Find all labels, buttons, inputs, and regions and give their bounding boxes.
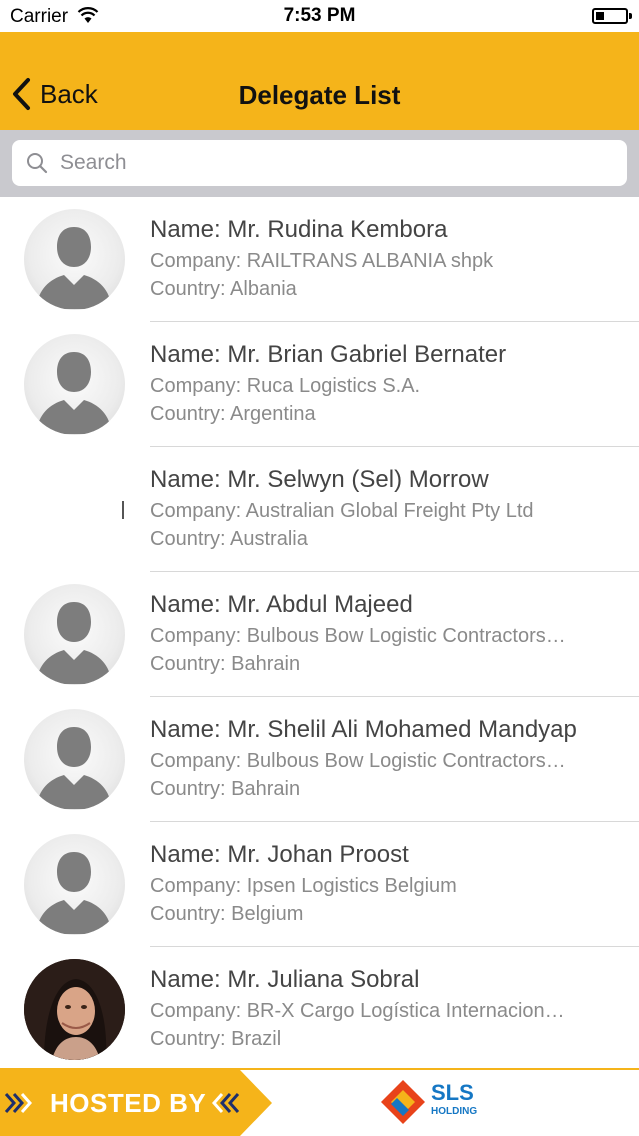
loading-indicator-icon <box>122 501 124 519</box>
search-field[interactable] <box>12 140 627 186</box>
delegate-country: Country: Brazil <box>150 1028 282 1050</box>
delegate-row[interactable]: Name: Mr. Shelil Ali Mohamed Mandyap Com… <box>0 697 639 822</box>
delegate-info: Name: Mr. Abdul Majeed Company: Bulbous … <box>150 590 630 678</box>
delegate-row[interactable]: Name: Mr. Abdul Majeed Company: Bulbous … <box>0 572 639 697</box>
avatar-photo <box>24 959 125 1060</box>
delegate-company: Company: Australian Global Freight Pty L… <box>150 500 534 522</box>
hosted-by-label: HOSTED BY <box>50 1088 207 1118</box>
sls-mark-icon <box>381 1080 425 1124</box>
avatar-placeholder-icon <box>24 834 125 935</box>
delegate-company: Company: RAILTRANS ALBANIA shpk <box>150 250 494 272</box>
delegate-name: Name: Mr. Rudina Kembora <box>150 216 448 243</box>
delegate-info: Name: Mr. Johan Proost Company: Ipsen Lo… <box>150 840 630 928</box>
delegate-info: Name: Mr. Shelil Ali Mohamed Mandyap Com… <box>150 715 630 803</box>
avatar-placeholder-icon <box>24 334 125 435</box>
delegate-company: Company: Ipsen Logistics Belgium <box>150 875 457 897</box>
delegate-row[interactable]: Name: Mr. Johan Proost Company: Ipsen Lo… <box>0 822 639 947</box>
delegate-country: Country: Albania <box>150 278 297 300</box>
delegate-name: Name: Mr. Selwyn (Sel) Morrow <box>150 466 489 493</box>
search-input[interactable] <box>60 151 600 175</box>
delegate-company: Company: Ruca Logistics S.A. <box>150 375 421 397</box>
delegate-info: Name: Mr. Selwyn (Sel) Morrow Company: A… <box>150 465 630 553</box>
battery-tip <box>629 13 632 19</box>
delegate-company: Company: Bulbous Bow Logistic Contractor… <box>150 750 566 772</box>
delegate-row[interactable]: Name: Mr. Rudina Kembora Company: RAILTR… <box>0 197 639 322</box>
avatar-placeholder-icon <box>24 209 125 310</box>
delegate-country: Country: Australia <box>150 528 308 550</box>
delegate-info: Name: Mr. Rudina Kembora Company: RAILTR… <box>150 215 630 303</box>
search-bar <box>0 130 639 197</box>
delegate-row[interactable]: Name: Mr. Brian Gabriel Bernater Company… <box>0 322 639 447</box>
avatar-placeholder-icon <box>24 709 125 810</box>
sls-holding-logo[interactable]: SLS HOLDING <box>375 1076 495 1134</box>
delegate-name: Name: Mr. Johan Proost <box>150 841 409 868</box>
delegate-name: Name: Mr. Juliana Sobral <box>150 966 420 993</box>
navigation-bar: Back Delegate List <box>0 32 639 130</box>
delegate-company: Company: Bulbous Bow Logistic Contractor… <box>150 625 566 647</box>
delegate-country: Country: Argentina <box>150 403 316 425</box>
delegate-company: Company: BR-X Cargo Logística Internacio… <box>150 1000 565 1022</box>
status-bar: Carrier 7:53 PM <box>0 0 639 32</box>
sls-brand-text: SLS <box>431 1080 474 1105</box>
delegate-row[interactable]: Name: Mr. Selwyn (Sel) Morrow Company: A… <box>0 447 639 572</box>
page-title: Delegate List <box>238 80 401 110</box>
delegate-name: Name: Mr. Brian Gabriel Bernater <box>150 341 507 368</box>
delegate-country: Country: Bahrain <box>150 653 301 675</box>
delegate-country: Country: Belgium <box>150 903 304 925</box>
avatar-empty <box>24 459 125 560</box>
delegate-info: Name: Mr. Brian Gabriel Bernater Company… <box>150 340 630 428</box>
sponsor-banner: HOSTED BY SLS HOLDING <box>0 1068 639 1136</box>
delegate-name: Name: Mr. Abdul Majeed <box>150 591 413 618</box>
hosted-by-banner: HOSTED BY <box>0 1070 272 1136</box>
clock: 7:53 PM <box>283 5 356 26</box>
avatar-placeholder-icon <box>24 584 125 685</box>
delegate-info: Name: Mr. Juliana Sobral Company: BR-X C… <box>150 965 630 1053</box>
delegate-row[interactable]: Name: Mr. Juliana Sobral Company: BR-X C… <box>0 947 639 1068</box>
delegate-name: Name: Mr. Shelil Ali Mohamed Mandyap <box>150 716 577 743</box>
delegate-list: Name: Mr. Rudina Kembora Company: RAILTR… <box>0 197 639 1068</box>
sls-sub-text: HOLDING <box>431 1106 478 1117</box>
search-icon <box>27 153 48 174</box>
battery-icon <box>592 8 628 24</box>
delegate-country: Country: Bahrain <box>150 778 301 800</box>
